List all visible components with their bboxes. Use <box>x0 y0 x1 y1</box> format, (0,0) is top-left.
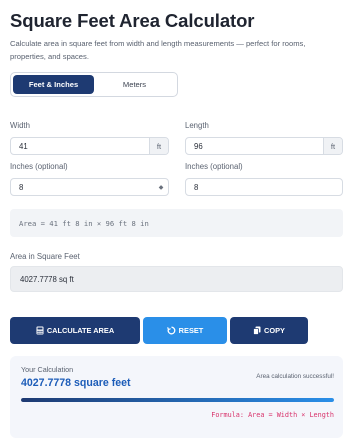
width-label: Width <box>10 121 30 130</box>
width-unit: ft <box>149 138 168 154</box>
length-field[interactable]: 96 ft <box>185 137 343 155</box>
tab-feet-inches[interactable]: Feet & Inches <box>13 75 94 94</box>
calculate-button-label: CALCULATE AREA <box>46 326 115 335</box>
progress-bar <box>21 398 334 402</box>
width-inches-field[interactable]: 8 ◆ <box>10 178 169 196</box>
calculation-title: Your Calculation <box>21 365 74 374</box>
copy-button[interactable]: COPY <box>230 317 308 344</box>
length-inches-field[interactable]: 8 <box>185 178 343 196</box>
calculation-status: Area calculation successful! <box>256 373 334 380</box>
formula-text: Formula: Area = Width × Length <box>211 411 334 419</box>
calculation-value: 4027.7778 square feet <box>21 377 131 389</box>
result-value: 4027.7778 sq ft <box>20 274 74 284</box>
length-inches-label: Inches (optional) <box>185 162 243 171</box>
area-preview: Area = 41 ft 8 in × 96 ft 8 in <box>10 209 343 237</box>
spinner-arrows-icon[interactable]: ◆ <box>154 184 168 191</box>
length-value: 96 <box>194 141 203 151</box>
length-inches-value: 8 <box>194 182 199 192</box>
page-title: Square Feet Area Calculator <box>10 10 255 31</box>
length-label: Length <box>185 121 209 130</box>
unit-toggle: Feet & Inches Meters <box>10 72 178 97</box>
result-field: 4027.7778 sq ft <box>10 266 343 292</box>
copy-icon <box>253 326 261 335</box>
calculate-area-button[interactable]: CALCULATE AREA <box>10 317 140 344</box>
tab-meters[interactable]: Meters <box>94 75 175 94</box>
calculation-card: Your Calculation 4027.7778 square feet A… <box>10 356 343 438</box>
calculator-icon <box>36 326 44 335</box>
width-field[interactable]: 41 ft <box>10 137 169 155</box>
length-unit: ft <box>323 138 342 154</box>
page-description: Calculate area in square feet from width… <box>10 39 306 61</box>
reset-icon <box>166 326 176 335</box>
width-value: 41 <box>19 141 28 151</box>
width-inches-value: 8 <box>19 182 24 192</box>
reset-button[interactable]: RESET <box>143 317 227 344</box>
width-inches-label: Inches (optional) <box>10 162 68 171</box>
reset-button-label: RESET <box>178 326 204 335</box>
copy-button-label: COPY <box>264 326 285 335</box>
progress-bar-fill <box>21 398 334 402</box>
result-label: Area in Square Feet <box>10 252 80 261</box>
